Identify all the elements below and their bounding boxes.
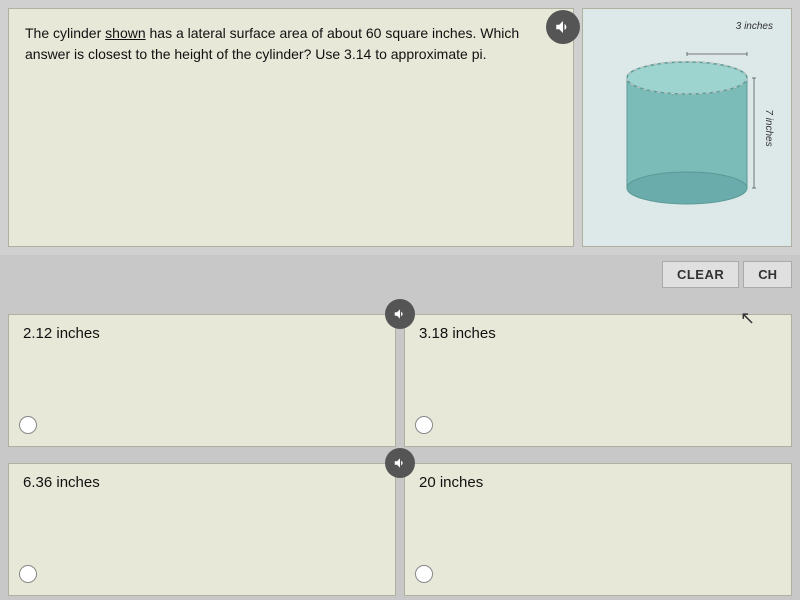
main-container: The cylinder shown has a lateral surface…: [0, 0, 800, 600]
answer-radio-a[interactable]: [19, 416, 39, 436]
answers-row-1: 2.12 inches 3.18 inches: [4, 314, 796, 447]
label-3inches: 3 inches: [736, 21, 773, 32]
cylinder-image-box: 3 inches 7 inches: [582, 8, 792, 247]
answers-section: 2.12 inches 3.18 inches: [0, 294, 800, 600]
speaker-icon: [554, 18, 572, 36]
answer-cell-a: 2.12 inches: [8, 314, 396, 447]
question-text-box: The cylinder shown has a lateral surface…: [8, 8, 574, 247]
answer-cell-d: 20 inches: [404, 463, 792, 596]
check-button[interactable]: CH: [743, 261, 792, 288]
cylinder-svg: [612, 48, 762, 208]
answer-cell-b: 3.18 inches: [404, 314, 792, 447]
row2-audio-button[interactable]: [385, 448, 415, 478]
answer-label-d: 20 inches: [419, 474, 777, 491]
answer-radio-b[interactable]: [415, 416, 435, 436]
controls-area: CLEAR CH: [0, 255, 800, 294]
row1-audio-button[interactable]: [385, 299, 415, 329]
answer-cell-c: 6.36 inches: [8, 463, 396, 596]
row2-speaker-icon: [393, 456, 407, 470]
answers-row-2: 6.36 inches 20 inches: [4, 463, 796, 596]
answer-label-c: 6.36 inches: [23, 474, 381, 491]
question-text: The cylinder shown has a lateral surface…: [25, 23, 557, 65]
clear-button[interactable]: CLEAR: [662, 261, 739, 288]
answer-label-a: 2.12 inches: [23, 325, 381, 342]
row1-speaker-icon: [393, 307, 407, 321]
question-shown-word: shown: [105, 25, 145, 41]
answer-radio-d[interactable]: [415, 565, 435, 585]
answer-radio-c[interactable]: [19, 565, 39, 585]
answer-label-b: 3.18 inches: [419, 325, 777, 342]
label-7inches: 7 inches: [763, 109, 774, 146]
question-audio-button[interactable]: [546, 10, 580, 44]
question-area: The cylinder shown has a lateral surface…: [0, 0, 800, 255]
